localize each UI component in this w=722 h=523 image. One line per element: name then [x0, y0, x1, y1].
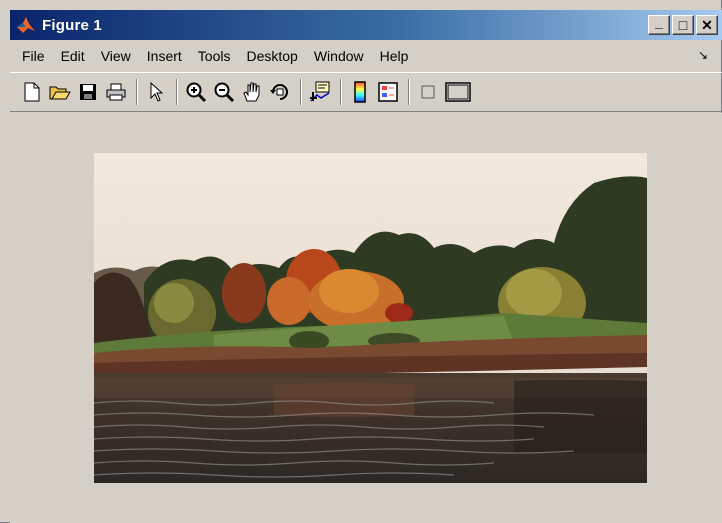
toolbar-separator: [136, 79, 138, 105]
menu-insert[interactable]: Insert: [139, 44, 190, 68]
dock-arrow-icon[interactable]: ↘: [698, 48, 708, 62]
menu-file[interactable]: File: [10, 44, 53, 68]
show-plot-tools-icon[interactable]: [444, 80, 472, 104]
close-icon: ✕: [701, 16, 713, 33]
close-button[interactable]: ✕: [696, 15, 718, 35]
insert-colorbar-icon[interactable]: [348, 80, 372, 104]
minimize-button[interactable]: _: [648, 14, 670, 35]
print-icon[interactable]: [104, 80, 128, 104]
toolbar-separator: [176, 79, 178, 105]
menu-edit[interactable]: Edit: [53, 44, 93, 68]
insert-legend-icon[interactable]: [376, 80, 400, 104]
maximize-icon: □: [678, 17, 688, 33]
menu-help[interactable]: Help: [372, 44, 417, 68]
title-bar[interactable]: Figure 1 _ □ ✕: [10, 10, 722, 40]
save-icon[interactable]: [76, 80, 100, 104]
zoom-in-icon[interactable]: [184, 80, 208, 104]
toolbar-separator: [300, 79, 302, 105]
window-controls: _ □ ✕: [646, 14, 718, 35]
toolbar-separator: [408, 79, 410, 105]
hide-plot-tools-icon[interactable]: [416, 80, 440, 104]
figure-canvas[interactable]: [10, 113, 722, 523]
matlab-logo-icon: [16, 14, 38, 36]
landscape-image[interactable]: [94, 153, 647, 483]
zoom-out-icon[interactable]: [212, 80, 236, 104]
maximize-button[interactable]: □: [672, 15, 694, 35]
open-file-icon[interactable]: [48, 80, 72, 104]
edit-plot-pointer-icon[interactable]: [144, 80, 168, 104]
menu-desktop[interactable]: Desktop: [238, 44, 305, 68]
menu-view[interactable]: View: [93, 44, 139, 68]
toolbar-separator: [340, 79, 342, 105]
menu-bar: File Edit View Insert Tools Desktop Wind…: [10, 43, 722, 69]
menu-tools[interactable]: Tools: [190, 44, 239, 68]
menu-window[interactable]: Window: [306, 44, 372, 68]
pan-hand-icon[interactable]: [240, 80, 264, 104]
window-title: Figure 1: [42, 16, 102, 34]
figure-window: Figure 1 _ □ ✕ File Edit View Insert Too…: [0, 0, 722, 523]
new-figure-icon[interactable]: [20, 80, 44, 104]
data-cursor-icon[interactable]: [308, 80, 332, 104]
figure-toolbar: [10, 72, 722, 112]
rotate-3d-icon[interactable]: [268, 80, 292, 104]
minimize-icon: _: [655, 14, 663, 30]
